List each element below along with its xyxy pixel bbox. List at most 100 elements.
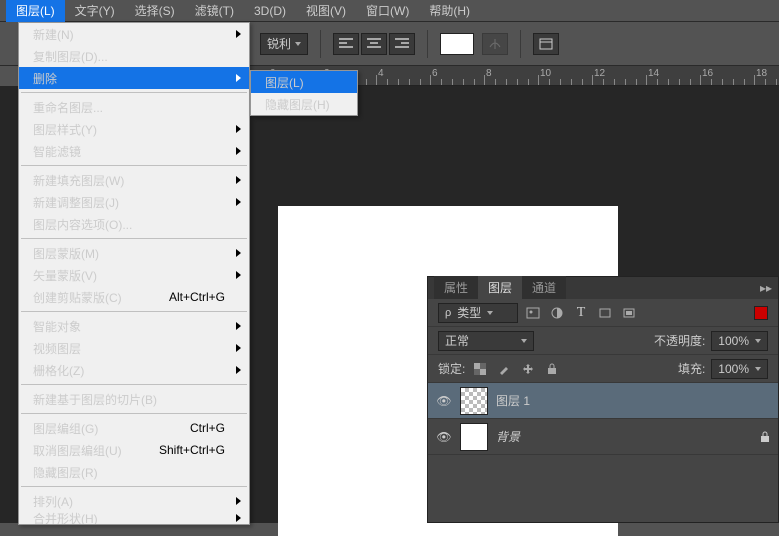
chevron-down-icon: [487, 311, 493, 315]
menu-item[interactable]: 图层样式(Y): [19, 118, 249, 140]
lock-all-icon[interactable]: [543, 360, 561, 378]
menu-3D[interactable]: 3D(D): [244, 1, 296, 21]
ruler-label: 14: [648, 68, 659, 79]
menu-item-label: 隐藏图层(R): [33, 464, 98, 481]
separator: [21, 311, 247, 312]
separator: [21, 165, 247, 166]
panels-button[interactable]: [533, 33, 559, 55]
menu-item[interactable]: 智能对象: [19, 315, 249, 337]
menu-item-label: 图层内容选项(O)...: [33, 216, 132, 233]
collapse-icon[interactable]: ▸▸: [760, 281, 772, 295]
align-left-button[interactable]: [333, 33, 359, 55]
menu-选择[interactable]: 选择(S): [125, 0, 185, 22]
visibility-icon[interactable]: 👁: [436, 394, 452, 408]
menu-item[interactable]: 排列(A): [19, 490, 249, 512]
align-center-button[interactable]: [361, 33, 387, 55]
lock-label: 锁定:: [438, 360, 465, 377]
filter-smart-icon[interactable]: [620, 304, 638, 322]
menu-item-label: 栅格化(Z): [33, 362, 84, 379]
filter-combo[interactable]: ρ 类型: [438, 303, 518, 323]
filter-toggle[interactable]: [754, 306, 768, 320]
menu-item[interactable]: 复制图层(D)...: [19, 45, 249, 67]
menu-item-label: 图层(L): [265, 74, 304, 91]
menu-图层[interactable]: 图层(L): [6, 0, 65, 22]
tab-图层[interactable]: 图层: [478, 276, 522, 299]
separator: [21, 413, 247, 414]
filter-text-icon[interactable]: T: [572, 304, 590, 322]
menu-item: 合并形状(H): [19, 512, 249, 524]
submenu-arrow-icon: [236, 322, 241, 330]
menu-item[interactable]: 新建基于图层的切片(B): [19, 388, 249, 410]
menu-item[interactable]: 新建调整图层(J): [19, 191, 249, 213]
color-swatch[interactable]: [440, 33, 474, 55]
menu-item[interactable]: 新建填充图层(W): [19, 169, 249, 191]
filter-image-icon[interactable]: [524, 304, 542, 322]
menu-窗口[interactable]: 窗口(W): [356, 0, 419, 22]
tab-通道[interactable]: 通道: [522, 276, 566, 299]
menu-item[interactable]: 图层蒙版(M): [19, 242, 249, 264]
layer-thumbnail[interactable]: [460, 387, 488, 415]
menu-item-label: 删除: [33, 70, 57, 87]
opacity-field[interactable]: 100%: [711, 331, 768, 351]
submenu-arrow-icon: [236, 147, 241, 155]
filter-shape-icon[interactable]: [596, 304, 614, 322]
menu-item-label: 新建填充图层(W): [33, 172, 124, 189]
layer-row[interactable]: 👁 图层 1: [428, 383, 778, 419]
menu-item[interactable]: 重命名图层...: [19, 96, 249, 118]
warp-text-button[interactable]: [482, 33, 508, 55]
menu-item[interactable]: 新建(N): [19, 23, 249, 45]
submenu-arrow-icon: [236, 366, 241, 374]
separator: [21, 238, 247, 239]
delete-submenu-dropdown: 图层(L)隐藏图层(H): [250, 70, 358, 116]
lock-paint-icon[interactable]: [495, 360, 513, 378]
menu-item-label: 新建基于图层的切片(B): [33, 391, 157, 408]
menu-item[interactable]: 隐藏图层(R): [19, 461, 249, 483]
tab-属性[interactable]: 属性: [434, 276, 478, 299]
ruler-label: 10: [540, 68, 551, 79]
fill-label: 填充:: [678, 360, 705, 377]
menu-item-label: 重命名图层...: [33, 99, 103, 116]
lock-trans-icon[interactable]: [471, 360, 489, 378]
filter-label: 类型: [457, 304, 481, 321]
menu-item-label: 视频图层: [33, 340, 81, 357]
menu-item: 图层内容选项(O)...: [19, 213, 249, 235]
visibility-icon[interactable]: 👁: [436, 430, 452, 444]
submenu-arrow-icon: [236, 30, 241, 38]
submenu-arrow-icon: [236, 497, 241, 505]
menu-item-label: 图层样式(Y): [33, 121, 97, 138]
layer-row[interactable]: 👁 背景: [428, 419, 778, 455]
sharpness-combo[interactable]: 锐利: [260, 33, 308, 55]
menu-item-label: 取消图层编组(U): [33, 442, 122, 459]
lock-move-icon[interactable]: [519, 360, 537, 378]
menu-滤镜[interactable]: 滤镜(T): [185, 0, 244, 22]
layer-thumbnail[interactable]: [460, 423, 488, 451]
ruler-label: 16: [702, 68, 713, 79]
submenu-arrow-icon: [236, 249, 241, 257]
layer-name[interactable]: 图层 1: [496, 392, 530, 409]
menu-item: 智能滤镜: [19, 140, 249, 162]
menu-item[interactable]: 图层(L): [251, 71, 357, 93]
menu-item[interactable]: 图层编组(G)Ctrl+G: [19, 417, 249, 439]
menu-item[interactable]: 矢量蒙版(V): [19, 264, 249, 286]
fill-field[interactable]: 100%: [711, 359, 768, 379]
menu-文字[interactable]: 文字(Y): [65, 0, 125, 22]
blend-mode-combo[interactable]: 正常: [438, 331, 534, 351]
submenu-arrow-icon: [236, 176, 241, 184]
menu-item-label: 新建(N): [33, 26, 74, 43]
filter-row: ρ 类型 T: [428, 299, 778, 327]
menu-帮助[interactable]: 帮助(H): [419, 0, 480, 22]
separator: [21, 486, 247, 487]
blend-label: 正常: [445, 332, 469, 349]
menu-item[interactable]: 删除: [19, 67, 249, 89]
align-right-button[interactable]: [389, 33, 415, 55]
submenu-arrow-icon: [236, 514, 241, 522]
submenu-arrow-icon: [236, 344, 241, 352]
menu-视图[interactable]: 视图(V): [296, 0, 356, 22]
menu-item[interactable]: 创建剪贴蒙版(C)Alt+Ctrl+G: [19, 286, 249, 308]
filter-adjust-icon[interactable]: [548, 304, 566, 322]
menu-item[interactable]: 视频图层: [19, 337, 249, 359]
layer-name[interactable]: 背景: [496, 428, 520, 445]
menu-item-label: 排列(A): [33, 493, 73, 510]
submenu-arrow-icon: [236, 74, 241, 82]
shortcut: Alt+Ctrl+G: [169, 290, 225, 304]
